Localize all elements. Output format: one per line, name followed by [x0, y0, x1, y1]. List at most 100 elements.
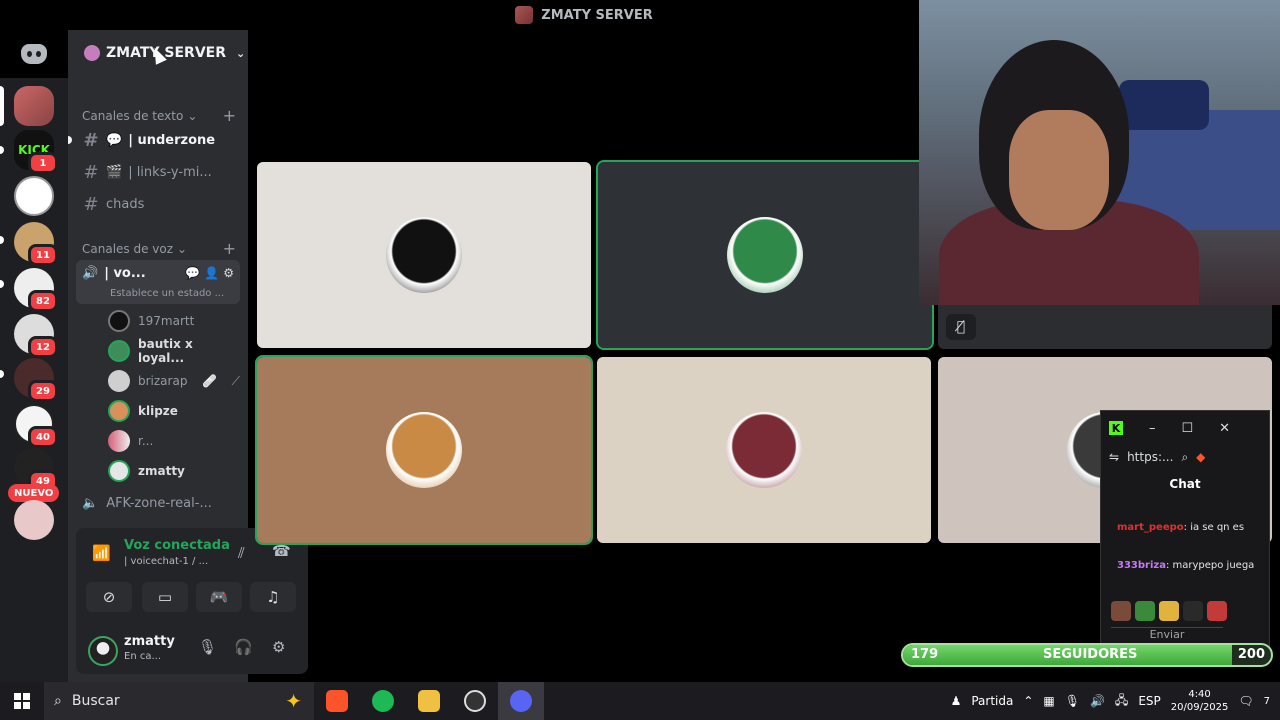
- participant-avatar: [727, 217, 803, 293]
- video-tile[interactable]: [596, 160, 934, 350]
- username[interactable]: zmatty: [124, 634, 175, 649]
- clock-date: 20/09/2025: [1170, 702, 1229, 713]
- muted-mic-icon: 🎙̸: [946, 314, 976, 340]
- server-icon-4[interactable]: 82: [14, 268, 58, 312]
- user-status: En ca...: [124, 651, 161, 662]
- server-icon-7[interactable]: 40: [14, 404, 58, 448]
- language-indicator[interactable]: ESP: [1138, 694, 1160, 708]
- server-icon-2[interactable]: [14, 176, 54, 216]
- video-tile[interactable]: [255, 355, 593, 545]
- gear-icon[interactable]: ⚙: [272, 638, 285, 656]
- server-icon-5[interactable]: 12: [14, 314, 58, 358]
- server-icon-zmaty[interactable]: [14, 86, 54, 126]
- channel-label: chads: [106, 196, 145, 212]
- chat-bubble-icon[interactable]: 💬: [185, 266, 200, 280]
- maximize-icon[interactable]: ☐: [1182, 421, 1194, 436]
- channel-links[interactable]: # 🎬 | links-y-mi...: [76, 157, 240, 187]
- disconnect-icon[interactable]: ☎: [272, 542, 291, 560]
- person-face-image: [1009, 110, 1109, 230]
- soundboard-button[interactable]: ♫: [250, 582, 296, 612]
- tray-app-icon[interactable]: ▦: [1043, 694, 1054, 708]
- emote[interactable]: [1159, 601, 1179, 621]
- chevron-up-icon[interactable]: ⌃: [1023, 694, 1033, 708]
- category-voice[interactable]: Canales de voz ⌄ +: [82, 239, 236, 258]
- taskbar-obs[interactable]: [452, 682, 498, 720]
- server-icon-3[interactable]: 11: [14, 222, 58, 266]
- activity-button[interactable]: 🎮: [196, 582, 242, 612]
- emote[interactable]: [1183, 601, 1203, 621]
- voice-connected-title[interactable]: Voz conectada: [124, 538, 230, 553]
- camera-off-button[interactable]: ⊘: [86, 582, 132, 612]
- noise-suppression-icon[interactable]: ⫽: [238, 544, 245, 562]
- microphone-icon[interactable]: 🎙: [1065, 694, 1080, 708]
- taskbar-brave[interactable]: [314, 682, 360, 720]
- start-button[interactable]: [0, 682, 44, 720]
- taskbar-discord[interactable]: [498, 682, 544, 720]
- window-titlebar: ZMATY SERVER: [248, 0, 920, 30]
- webcam-overlay: [919, 0, 1280, 305]
- voice-connected-channel[interactable]: | voicechat-1 / ...: [124, 556, 208, 567]
- screen-share-button[interactable]: ▭: [142, 582, 188, 612]
- category-label: Canales de voz: [82, 241, 174, 256]
- taskbar-spotify[interactable]: [360, 682, 406, 720]
- game-icon[interactable]: ♟: [951, 694, 962, 708]
- notifications-icon[interactable]: 🗨: [1238, 694, 1253, 708]
- screen: ZMATY SERVER KICK 1 11 82 12 29 40 49 NUE…: [0, 0, 1280, 720]
- add-member-icon[interactable]: 👤: [204, 266, 219, 280]
- voice-member[interactable]: zmatty: [108, 458, 240, 484]
- emote[interactable]: [1111, 601, 1131, 621]
- clock[interactable]: 4:40 20/09/2025: [1171, 688, 1229, 714]
- signal-icon[interactable]: 📶: [92, 544, 111, 562]
- voice-member[interactable]: bautix x loyal...: [108, 337, 240, 365]
- avatar: [108, 310, 130, 332]
- server-icon-kick[interactable]: KICK 1: [14, 130, 58, 174]
- close-icon[interactable]: ✕: [1219, 421, 1230, 436]
- voice-channel-active[interactable]: 🔊 | vo... 💬 👤 ⚙ Establece un estado ...: [76, 260, 240, 304]
- user-panel: 📶 Voz conectada | voicechat-1 / ... ⫽ ☎ …: [76, 528, 308, 674]
- emote[interactable]: [1135, 601, 1155, 621]
- voice-channel-afk[interactable]: 🔈 AFK-zone-real-...: [82, 496, 212, 511]
- headphones-icon[interactable]: 🎧: [234, 638, 253, 656]
- gear-icon[interactable]: ⚙: [223, 266, 234, 280]
- category-text[interactable]: Canales de texto ⌄ +: [82, 106, 236, 125]
- server-icon-9[interactable]: [14, 500, 54, 540]
- video-tile[interactable]: [257, 162, 591, 348]
- site-settings-icon[interactable]: ⇋: [1109, 450, 1119, 464]
- video-tile[interactable]: [597, 357, 931, 543]
- create-channel-icon[interactable]: +: [223, 239, 236, 258]
- speaker-icon: 🔈: [82, 496, 99, 511]
- voice-member[interactable]: r...: [108, 428, 240, 454]
- address-bar[interactable]: https:...: [1127, 450, 1173, 464]
- server-icon-6[interactable]: 29: [14, 358, 58, 402]
- chevron-down-icon: ⌄: [187, 108, 198, 123]
- chat-username[interactable]: 333briza: [1117, 560, 1166, 571]
- game-label[interactable]: Partida: [971, 694, 1013, 708]
- emote[interactable]: [1207, 601, 1227, 621]
- network-icon[interactable]: 🖧: [1115, 691, 1128, 712]
- channel-sidebar: ZMATY SERVER ⌄ Canales de texto ⌄ + # 💬 …: [68, 30, 308, 682]
- channel-underzone[interactable]: # 💬 | underzone: [68, 125, 240, 155]
- voice-member[interactable]: 197martt: [108, 308, 240, 334]
- taskbar-explorer[interactable]: [406, 682, 452, 720]
- create-channel-icon[interactable]: +: [223, 106, 236, 125]
- sparkle-icon: ✦: [285, 689, 302, 713]
- unread-badge: 29: [28, 380, 58, 402]
- server-boost-icon: [84, 45, 100, 61]
- brave-shield-icon[interactable]: ◆: [1196, 450, 1205, 464]
- channel-chads[interactable]: # chads: [76, 189, 240, 219]
- pillow-image: [1119, 80, 1209, 130]
- minimize-icon[interactable]: –: [1149, 421, 1156, 436]
- voice-member[interactable]: klipze: [108, 398, 240, 424]
- taskbar-search[interactable]: ⌕ Buscar ✦: [44, 682, 314, 720]
- zoom-icon[interactable]: ⌕: [1181, 450, 1188, 465]
- search-placeholder: Buscar: [71, 693, 120, 709]
- discord-home-button[interactable]: [0, 30, 68, 78]
- unread-pill: [0, 236, 4, 244]
- server-icon-8[interactable]: 49: [14, 448, 58, 492]
- voice-member[interactable]: brizarap 🩹 ⟋: [108, 368, 240, 394]
- volume-icon[interactable]: 🔊: [1090, 694, 1105, 708]
- avatar[interactable]: [88, 636, 118, 666]
- chat-username[interactable]: mart_peepo: [1117, 522, 1184, 533]
- voice-status[interactable]: Establece un estado ...: [110, 288, 224, 299]
- microphone-icon[interactable]: 🎙: [198, 638, 217, 656]
